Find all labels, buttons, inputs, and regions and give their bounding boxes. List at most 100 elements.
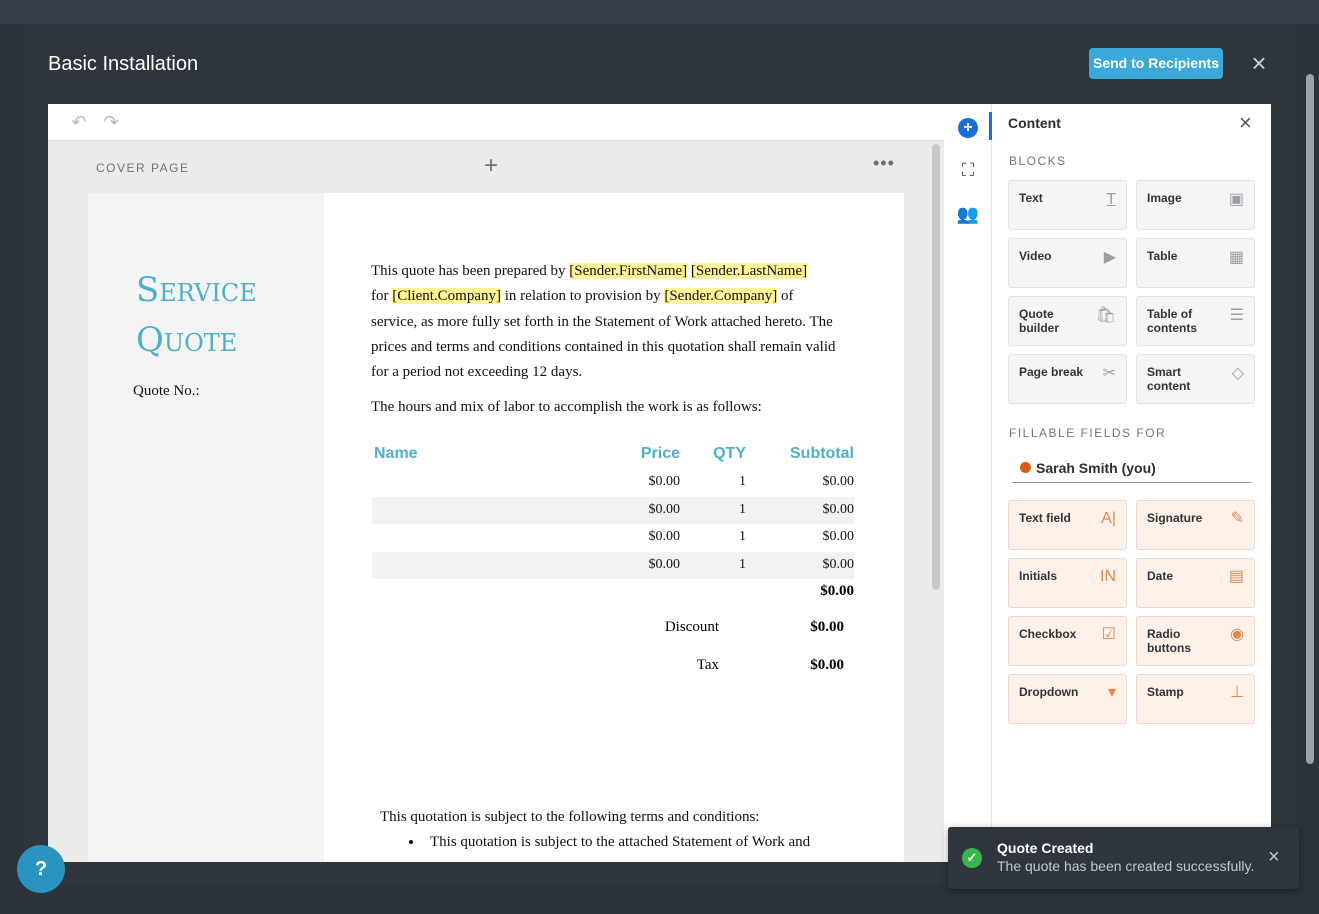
modal-title: Basic Installation — [48, 53, 199, 75]
modal: Basic Installation Send to Recipients × … — [24, 24, 1295, 886]
document-editor: ↶ ↷ COVER PAGE + ••• Service Quote Quote… — [48, 104, 944, 862]
quote-table[interactable]: Name Price QTY Subtotal $0.00 1 $0.00 $0… — [372, 439, 854, 606]
add-page-icon[interactable]: + — [484, 153, 498, 179]
toast-message: The quote has been created successfully. — [997, 858, 1255, 874]
stamp-icon: ⊥ — [1230, 684, 1244, 701]
send-to-recipients-button[interactable]: Send to Recipients — [1089, 48, 1223, 79]
terms-list: This quotation is subject to the attache… — [424, 830, 840, 855]
field-checkbox[interactable]: Checkbox ☑ — [1008, 616, 1127, 666]
page-more-icon[interactable]: ••• — [873, 153, 895, 174]
terms-section[interactable]: This quotation is subject to the followi… — [380, 805, 840, 855]
smart-content-icon: ◇ — [1231, 365, 1244, 382]
intro-paragraph[interactable]: This quote has been prepared by [Sender.… — [371, 259, 841, 385]
frame-icon[interactable]: ⛶ — [954, 157, 982, 183]
labor-paragraph[interactable]: The hours and mix of labor to accomplish… — [371, 395, 841, 420]
block-table-of-contents[interactable]: Table of contents ☰ — [1136, 296, 1255, 346]
toast-title: Quote Created — [997, 840, 1094, 856]
page-break-icon: ✂ — [1102, 365, 1116, 382]
field-dropdown[interactable]: Dropdown ▾ — [1008, 674, 1127, 724]
radio-icon: ◉ — [1230, 626, 1244, 643]
block-image[interactable]: Image ▣ — [1136, 180, 1255, 230]
quote-total-row: $0.00 — [372, 579, 854, 606]
field-date[interactable]: Date ▤ — [1136, 558, 1255, 608]
quote-builder-icon: 🛍 — [1095, 307, 1116, 324]
text-field-icon: A| — [1101, 510, 1116, 527]
table-row[interactable]: $0.00 1 $0.00 — [372, 496, 854, 524]
fillable-fields-label: FILLABLE FIELDS FOR — [1009, 426, 1167, 440]
terms-intro: This quotation is subject to the followi… — [380, 809, 760, 825]
block-table[interactable]: Table ▦ — [1136, 238, 1255, 288]
cover-sidebar: Service Quote Quote No.: — [88, 193, 324, 862]
field-stamp[interactable]: Stamp ⊥ — [1136, 674, 1255, 724]
header-subtotal: Subtotal — [790, 445, 854, 462]
quote-table-header: Name Price QTY Subtotal — [372, 439, 854, 469]
tax-row: Tax $0.00 — [372, 657, 854, 681]
document-page: Service Quote Quote No.: This quote has … — [88, 193, 904, 862]
field-radio-buttons[interactable]: Radio buttons ◉ — [1136, 616, 1255, 666]
recipient-name: Sarah Smith (you) — [1036, 460, 1156, 476]
token-client-company[interactable]: [Client.Company] — [392, 288, 501, 305]
token-sender-firstname[interactable]: [Sender.FirstName] — [569, 263, 688, 279]
block-page-break[interactable]: Page break ✂ — [1008, 354, 1127, 404]
tax-value: $0.00 — [810, 657, 844, 673]
page-bar: COVER PAGE + ••• — [48, 141, 944, 193]
success-check-icon: ✓ — [962, 848, 982, 868]
field-text[interactable]: Text field A| — [1008, 500, 1127, 550]
block-quote-builder[interactable]: Quote builder 🛍 — [1008, 296, 1127, 346]
table-row[interactable]: $0.00 1 $0.00 — [372, 469, 855, 497]
quote-total: $0.00 — [820, 583, 854, 599]
page-label: COVER PAGE — [96, 161, 190, 175]
panel-close-icon[interactable]: × — [1239, 112, 1252, 134]
toast-notification: ✓ Quote Created The quote has been creat… — [948, 827, 1299, 889]
panel-title: Content — [1008, 115, 1061, 131]
people-icon[interactable]: 👥 — [954, 201, 982, 227]
table-icon: ▦ — [1228, 249, 1244, 266]
discount-row: Discount $0.00 — [372, 619, 854, 643]
modal-close-icon[interactable]: × — [1248, 50, 1270, 76]
quote-number-label: Quote No.: — [133, 383, 200, 399]
quote-intro[interactable]: This quote has been prepared by [Sender.… — [371, 259, 841, 421]
discount-value: $0.00 — [810, 619, 844, 635]
add-content-tab[interactable]: + — [954, 113, 982, 139]
table-row[interactable]: $0.00 1 $0.00 — [372, 551, 854, 579]
field-initials[interactable]: Initials IN — [1008, 558, 1127, 608]
editor-toolbar: ↶ ↷ — [48, 104, 944, 141]
initials-icon: IN — [1100, 568, 1116, 585]
editor-scrollbar[interactable] — [932, 144, 940, 590]
blocks-label: BLOCKS — [1009, 154, 1067, 168]
header-name: Name — [374, 445, 418, 462]
image-icon: ▣ — [1228, 191, 1244, 208]
terms-item: This quotation is subject to the attache… — [424, 830, 840, 855]
help-button[interactable]: ? — [17, 845, 65, 893]
background-topbar — [0, 0, 1319, 24]
block-text[interactable]: Text T̲ — [1008, 180, 1127, 230]
side-tabs: + ⛶ 👥 — [944, 104, 992, 862]
calendar-icon: ▤ — [1228, 568, 1244, 585]
token-sender-company[interactable]: [Sender.Company] — [664, 288, 778, 305]
redo-icon[interactable]: ↷ — [100, 112, 122, 132]
plus-icon: + — [958, 118, 978, 138]
header-price: Price — [640, 445, 680, 462]
video-icon: ▶ — [1103, 249, 1116, 266]
toast-close-icon[interactable]: × — [1268, 847, 1280, 867]
undo-icon[interactable]: ↶ — [68, 112, 90, 132]
block-video[interactable]: Video ▶ — [1008, 238, 1127, 288]
background-scroll-thumb[interactable] — [1306, 74, 1314, 764]
token-sender-lastname[interactable]: [Sender.LastName] — [690, 263, 808, 279]
recipient-color-dot — [1020, 462, 1031, 473]
content-panel: Content × BLOCKS Text T̲ Image ▣ Video ▶ Ta… — [992, 104, 1271, 862]
tax-label: Tax — [696, 657, 719, 673]
discount-label: Discount — [664, 619, 719, 635]
dropdown-icon: ▾ — [1107, 684, 1116, 701]
text-icon: T̲ — [1106, 191, 1116, 208]
checkbox-icon: ☑ — [1101, 626, 1116, 643]
table-row[interactable]: $0.00 1 $0.00 — [372, 524, 855, 552]
signature-icon: ✎ — [1230, 510, 1244, 527]
background-scrollbar[interactable] — [1305, 60, 1315, 860]
header-qty: QTY — [713, 445, 746, 462]
recipient-selector[interactable]: Sarah Smith (you) — [1012, 456, 1251, 483]
block-smart-content[interactable]: Smart content ◇ — [1136, 354, 1255, 404]
toc-icon: ☰ — [1229, 307, 1244, 324]
cover-title: Service Quote — [136, 270, 257, 360]
field-signature[interactable]: Signature ✎ — [1136, 500, 1255, 550]
